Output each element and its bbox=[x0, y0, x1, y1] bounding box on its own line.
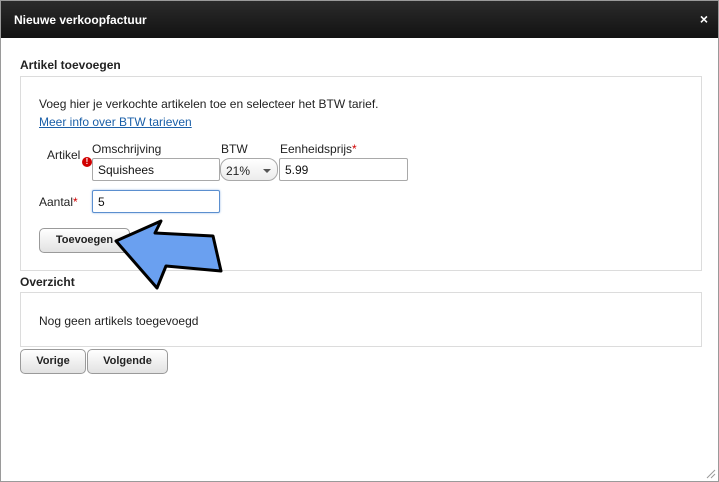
previous-button[interactable]: Vorige bbox=[20, 349, 86, 374]
description-label: Omschrijving bbox=[92, 142, 162, 156]
required-marker: * bbox=[73, 195, 78, 209]
dialog-title: Nieuwe verkoopfactuur bbox=[14, 13, 147, 27]
empty-overview-text: Nog geen artikels toegevoegd bbox=[39, 314, 199, 328]
vat-label: BTW bbox=[221, 142, 248, 156]
quantity-input[interactable] bbox=[92, 190, 220, 213]
next-button[interactable]: Volgende bbox=[87, 349, 168, 374]
intro-text: Voeg hier je verkochte artikelen toe en … bbox=[39, 97, 379, 111]
invoice-dialog: Nieuwe verkoopfactuur × Artikel toevoege… bbox=[0, 0, 719, 482]
description-input[interactable] bbox=[92, 158, 220, 181]
add-article-heading: Artikel toevoegen bbox=[20, 58, 121, 72]
overview-heading: Overzicht bbox=[20, 275, 75, 289]
overview-panel: Nog geen artikels toegevoegd bbox=[20, 292, 702, 347]
dialog-titlebar: Nieuwe verkoopfactuur × bbox=[1, 1, 718, 38]
price-label-text: Eenheidsprijs bbox=[280, 142, 353, 156]
chevron-down-icon bbox=[263, 169, 271, 173]
required-marker: * bbox=[352, 142, 357, 156]
vat-select[interactable]: 21% bbox=[220, 158, 278, 181]
price-label: Eenheidsprijs* bbox=[280, 142, 357, 156]
error-icon: ! bbox=[82, 157, 92, 167]
vat-info-link[interactable]: Meer info over BTW tarieven bbox=[39, 115, 192, 129]
close-icon[interactable]: × bbox=[700, 11, 708, 27]
quantity-label: Aantal* bbox=[39, 195, 78, 209]
price-input[interactable] bbox=[279, 158, 408, 181]
pointer-arrow-icon bbox=[114, 219, 223, 290]
quantity-label-text: Aantal bbox=[39, 195, 74, 209]
resize-grip-icon[interactable] bbox=[706, 469, 716, 479]
article-label: Artikel bbox=[47, 148, 81, 162]
vat-selected-value: 21% bbox=[226, 164, 251, 178]
